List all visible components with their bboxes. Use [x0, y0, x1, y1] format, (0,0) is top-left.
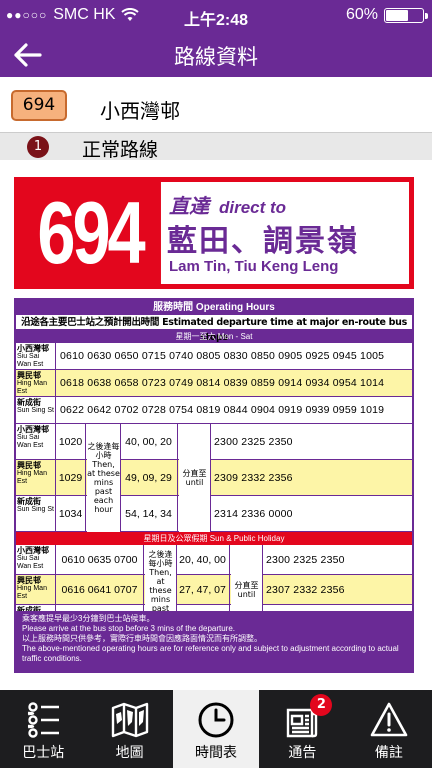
table-row: 小西灣邨 Siu Sai Wan Est 1020 40, 00, 20 2300…	[16, 424, 412, 460]
footnote-en-2: The above-mentioned operating hours are …	[22, 644, 399, 663]
table-row: 小西灣邨 Siu Sai Wan Est 0610 0635 0700 20, 4…	[16, 545, 412, 575]
battery-info: 60%	[345, 6, 428, 24]
footnote-zh-2: 以上服務時間只供參考，實際行車時間會因應路面情況而有所調整。	[22, 634, 262, 643]
minutes-cell: 40, 00, 20	[120, 424, 178, 459]
table-row: 新成街 Sun Sing St 0622 0642 0702 0728 0754 …	[16, 397, 412, 424]
stop-cell: 新成街Sun Sing St	[16, 397, 56, 423]
battery-percent: 60%	[345, 6, 378, 23]
tab-map[interactable]: 地圖	[86, 690, 172, 768]
end-times-cell: 2314 2336 0000	[214, 507, 293, 520]
minutes-cell: 20, 40, 00	[176, 545, 230, 574]
start-times-cell: 0616 0641 0707	[56, 575, 144, 604]
stop-cell: 興民邨 Hing Man Est	[16, 370, 56, 396]
stop-cell: 興民邨 Hing Man Est	[16, 460, 56, 495]
variant-name: 正常路線	[82, 139, 159, 161]
bottom-tab-bar: 巴士站 地圖 時間表 2 通告 備註	[0, 690, 432, 768]
battery-icon	[384, 7, 428, 23]
tab-label: 巴士站	[22, 745, 65, 761]
start-time-cell: 1034	[56, 496, 86, 531]
times-cell: 0618 0638 0658 0723 0749 0814 0839 0859 …	[60, 377, 385, 389]
tab-remarks[interactable]: 備註	[346, 690, 432, 768]
stop-cell: 小西灣邨 Siu Sai Wan Est	[16, 545, 56, 574]
end-times-cell: 2300 2325 2350	[266, 553, 345, 566]
notice-count-badge: 2	[310, 694, 333, 716]
clock-icon	[198, 702, 234, 738]
footnote-zh-1: 乘客應提早最少3分鐘到巴士站候車。	[22, 614, 155, 623]
battery-level	[386, 9, 408, 21]
tab-label: 備註	[374, 745, 403, 761]
minutes-cell: 49, 09, 29	[120, 460, 178, 495]
stop-cell: 小西灣邨 Siu Sai Wan Est	[16, 343, 56, 369]
footnote-en-1: Please arrive at the bus stop before 3 m…	[22, 624, 236, 633]
weekday-interval-block: 小西灣邨 Siu Sai Wan Est 1020 40, 00, 20 2300…	[16, 424, 412, 532]
tab-notices[interactable]: 2 通告	[259, 690, 345, 768]
tab-bus-stops[interactable]: 巴士站	[0, 690, 86, 768]
start-time-cell: 1020	[56, 424, 86, 459]
end-times-cell: 2300 2325 2350	[214, 435, 293, 448]
weekday-band: 星期一至六 Mon - Sat	[16, 330, 412, 343]
until-label: 分直至 until	[179, 424, 211, 532]
notice-header-box: 694 直達 direct to 藍田、調景嶺 Lam Tin, Tiu Keng…	[14, 177, 414, 289]
tab-label: 地圖	[115, 745, 144, 761]
status-bar: ●●○○○ SMC HK 上午2:48 60%	[0, 0, 432, 32]
table-row: 新成街 Sun Sing St 1034 54, 14, 34 2314 2336…	[16, 496, 412, 532]
warning-icon	[370, 702, 408, 737]
page-title: 路線資料	[174, 45, 258, 69]
notice-direct-line: 直達 direct to	[169, 190, 286, 219]
notice-route-number: 694	[19, 182, 161, 284]
timetable-notice: 694 直達 direct to 藍田、調景嶺 Lam Tin, Tiu Keng…	[0, 163, 432, 690]
table-row: 小西灣邨 Siu Sai Wan Est 0610 0630 0650 0715 …	[16, 343, 412, 370]
minutes-cell: 54, 14, 34	[120, 496, 178, 531]
table-row: 興民邨 Hing Man Est 1029 49, 09, 29 2309 233…	[16, 460, 412, 496]
minutes-cell: 27, 47, 07	[176, 575, 230, 604]
start-time-cell: 1029	[56, 460, 86, 495]
tab-timetable[interactable]: 時間表	[172, 690, 260, 768]
route-summary: 694 小西灣邨	[0, 83, 432, 128]
then-each-hour-label: 之後逢每小時Then, at these mins past each hour	[87, 424, 121, 532]
end-times-cell: 2309 2332 2356	[214, 471, 293, 484]
tab-label: 通告	[288, 745, 317, 761]
direct-zh: 直達	[169, 194, 209, 218]
end-times-cell: 2307 2332 2356	[266, 583, 345, 596]
stop-cell: 興民邨 Hing Man Est	[16, 575, 56, 604]
hours-title: 服務時間 Operating Hours	[16, 300, 412, 315]
route-variant-row[interactable]: 1 正常路線	[0, 132, 432, 161]
stop-cell: 小西灣邨 Siu Sai Wan Est	[16, 424, 56, 459]
times-cell: 0610 0630 0650 0715 0740 0805 0830 0850 …	[60, 350, 385, 362]
route-number-badge: 694	[11, 90, 67, 121]
variant-index-badge: 1	[27, 136, 49, 158]
hours-subtitle: 沿途各主要巴士站之預計開出時間 Estimated departure time…	[16, 315, 412, 343]
notice-footnotes: 乘客應提早最少3分鐘到巴士站候車。 Please arrive at the b…	[16, 611, 412, 671]
start-times-cell: 0610 0635 0700	[56, 545, 144, 574]
bus-stop-icon	[28, 702, 60, 738]
nav-header: 路線資料	[0, 32, 432, 77]
stop-cell: 新成街Sun Sing St	[16, 496, 56, 531]
notice-dest-en: Lam Tin, Tiu Keng Leng	[169, 258, 339, 275]
table-row: 興民邨 Hing Man Est 0616 0641 0707 27, 47, 0…	[16, 575, 412, 605]
table-row: 興民邨 Hing Man Est 0618 0638 0658 0723 0749…	[16, 370, 412, 397]
notice-poster: 694 直達 direct to 藍田、調景嶺 Lam Tin, Tiu Keng…	[14, 177, 418, 687]
tab-label: 時間表	[195, 745, 238, 761]
notice-dest-zh: 藍田、調景嶺	[167, 224, 359, 259]
app-root: ●●○○○ SMC HK 上午2:48 60% 路線資料 694 小西灣邨 1 …	[0, 0, 432, 768]
route-destination: 小西灣邨	[100, 99, 180, 123]
holiday-band: 星期日及公眾假期 Sun & Public Holiday	[16, 532, 412, 545]
direct-en: direct to	[219, 198, 287, 217]
times-cell: 0622 0642 0702 0728 0754 0819 0844 0904 …	[60, 404, 385, 416]
operating-hours-table: 服務時間 Operating Hours 沿途各主要巴士站之預計開出時間 Est…	[14, 298, 414, 673]
map-icon	[111, 702, 148, 738]
